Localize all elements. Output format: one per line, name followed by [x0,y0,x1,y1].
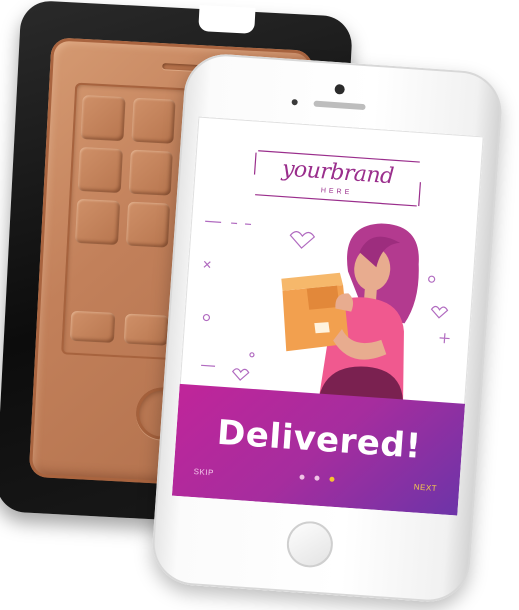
chocolate-app-icon [128,149,173,196]
front-camera [334,83,346,95]
earpiece-speaker [313,100,366,111]
chocolate-app-icon [125,201,171,248]
tray-notch [198,4,256,34]
delivery-illustration [201,220,450,402]
chocolate-dock-icon [69,310,116,343]
page-dot[interactable] [313,475,320,481]
brand-logo: yourbrand HERE [249,146,426,210]
banner-title: Delivered! [215,412,423,467]
proximity-sensor [291,98,298,106]
onboarding-banner: Delivered! SKIP NEXT [171,383,466,516]
chocolate-app-icon [77,146,123,194]
phone-screen: yourbrand HERE Delivered! SKIP NEXT [171,116,484,516]
chocolate-app-icon [74,198,120,246]
page-dot-active[interactable] [328,476,335,482]
chocolate-dock-icon [123,313,170,346]
page-dot[interactable] [298,474,305,480]
chocolate-app-icon [80,94,126,142]
white-smartphone: yourbrand HERE Delivered! SKIP NEXT [149,51,505,605]
home-button[interactable] [285,519,335,569]
chocolate-app-icon [130,97,176,144]
next-button[interactable]: NEXT [413,482,437,493]
